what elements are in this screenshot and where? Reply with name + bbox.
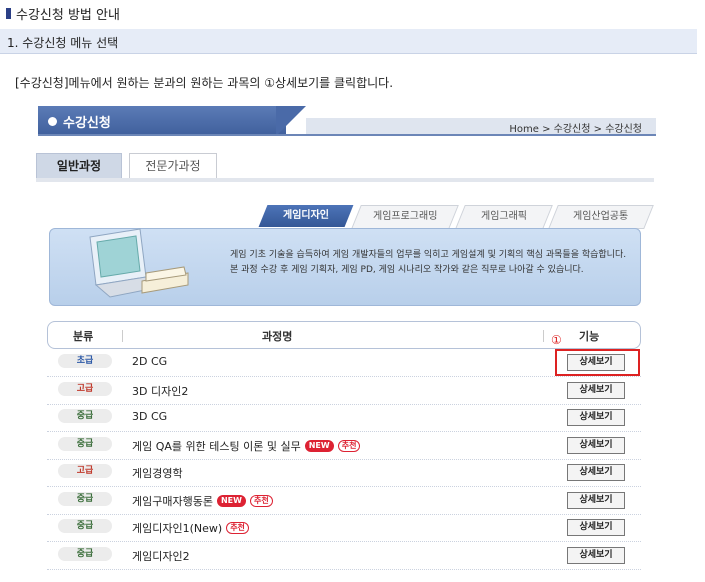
- recommended-badge: 추천: [337, 439, 361, 452]
- course-name[interactable]: 3D 디자인2: [132, 383, 188, 399]
- course-name[interactable]: 2D CG: [132, 355, 167, 368]
- header-category: 분류: [73, 330, 94, 343]
- course-name-text[interactable]: 게임구매자행동론: [132, 493, 213, 509]
- callout-marker: ①: [551, 333, 562, 347]
- promo-line-1: 게임 기초 기술을 습득하여 게임 개발자들의 업무를 익히고 게임설계 및 기…: [230, 250, 627, 260]
- tab-game-programming[interactable]: 게임프로그래밍: [351, 205, 459, 229]
- level-badge: 초급: [58, 354, 112, 368]
- view-details-button[interactable]: 상세보기: [567, 519, 625, 536]
- circle-bullet-icon: [48, 117, 57, 126]
- level-badge: 중급: [58, 436, 112, 451]
- tab-game-industry[interactable]: 게임산업공통: [548, 205, 654, 229]
- breadcrumb[interactable]: Home > 수강신청 > 수강신청: [509, 120, 642, 135]
- tab-game-graphics[interactable]: 게임그래픽: [455, 205, 553, 229]
- level-badge: 중급: [58, 409, 112, 423]
- bullet-icon: [6, 8, 11, 19]
- page-title-text: 수강신청 방법 안내: [16, 8, 120, 23]
- highlight-box: [555, 349, 640, 376]
- course-name[interactable]: 게임디자인2: [132, 548, 190, 564]
- view-details-button[interactable]: 상세보기: [567, 381, 625, 399]
- course-name-text[interactable]: 게임디자인1(New): [132, 520, 222, 536]
- table-row: 중급 3D CG 상세보기: [47, 404, 641, 432]
- course-name[interactable]: 게임 QA를 위한 테스팅 이론 및 실무 NEW 추천: [132, 438, 361, 454]
- level-badge: 중급: [58, 519, 112, 533]
- table-row: 중급 게임디자인1(New) 추천 상세보기: [47, 514, 641, 542]
- table-row: 고급 게임경영학 상세보기: [47, 459, 641, 487]
- course-name[interactable]: 게임경영학: [132, 465, 183, 481]
- view-details-button[interactable]: 상세보기: [567, 546, 625, 564]
- table-row: 중급 게임 QA를 위한 테스팅 이론 및 실무 NEW 추천 상세보기: [47, 432, 641, 460]
- tab-general-course[interactable]: 일반과정: [36, 153, 122, 179]
- header-course: 과정명: [262, 330, 293, 343]
- course-name-text[interactable]: 게임경영학: [132, 465, 183, 481]
- header-action: 기능: [579, 330, 600, 343]
- course-name-text[interactable]: 게임 QA를 위한 테스팅 이론 및 실무: [132, 438, 301, 454]
- level-badge: 고급: [58, 381, 112, 396]
- course-name[interactable]: 게임디자인1(New) 추천: [132, 520, 249, 536]
- tab-expert-course[interactable]: 전문가과정: [129, 153, 217, 179]
- section-bar: 1. 수강신청 메뉴 선택: [0, 29, 697, 54]
- view-details-button[interactable]: 상세보기: [567, 436, 625, 454]
- recommended-badge: 추천: [249, 494, 273, 507]
- instruction-text: [수강신청]메뉴에서 원하는 분과의 원하는 과목의 ①상세보기를 클릭합니다.: [15, 76, 394, 90]
- computer-books-illustration: [89, 228, 189, 298]
- divider: [36, 178, 654, 182]
- level-badge: 중급: [58, 491, 112, 506]
- page-title: 수강신청 방법 안내: [6, 4, 120, 23]
- course-name-text[interactable]: 2D CG: [132, 355, 167, 368]
- promo-line-2: 본 과정 수강 후 게임 기획자, 게임 PD, 게임 시나리오 작가와 같은 …: [230, 265, 584, 275]
- table-row: 고급 3D 디자인2 상세보기: [47, 377, 641, 405]
- course-name[interactable]: 게임구매자행동론 NEW 추천: [132, 493, 273, 509]
- view-details-button[interactable]: 상세보기: [567, 491, 625, 509]
- table-row: 중급 게임디자인2 상세보기: [47, 542, 641, 570]
- table-row: 중급 게임구매자행동론 NEW 추천 상세보기: [47, 487, 641, 515]
- level-badge: 고급: [58, 464, 112, 478]
- view-details-button[interactable]: 상세보기: [567, 464, 625, 481]
- menu-banner: 수강신청 Home > 수강신청 > 수강신청: [38, 106, 656, 136]
- course-promo-banner: 게임 기초 기술을 습득하여 게임 개발자들의 업무를 익히고 게임설계 및 기…: [49, 228, 641, 306]
- level-badge: 중급: [58, 546, 112, 561]
- course-name-text[interactable]: 3D CG: [132, 410, 167, 423]
- banner-title: 수강신청: [63, 116, 111, 131]
- table-row: 초급 2D CG 상세보기: [47, 349, 641, 377]
- new-badge: NEW: [304, 439, 334, 452]
- section-title: 1. 수강신청 메뉴 선택: [7, 36, 119, 50]
- tab-game-design[interactable]: 게임디자인: [258, 205, 354, 227]
- new-badge: NEW: [216, 494, 246, 507]
- course-name[interactable]: 3D CG: [132, 410, 167, 423]
- view-details-button[interactable]: 상세보기: [567, 409, 625, 426]
- recommended-badge: 추천: [226, 522, 249, 534]
- course-name-text[interactable]: 3D 디자인2: [132, 383, 188, 399]
- course-name-text[interactable]: 게임디자인2: [132, 548, 190, 564]
